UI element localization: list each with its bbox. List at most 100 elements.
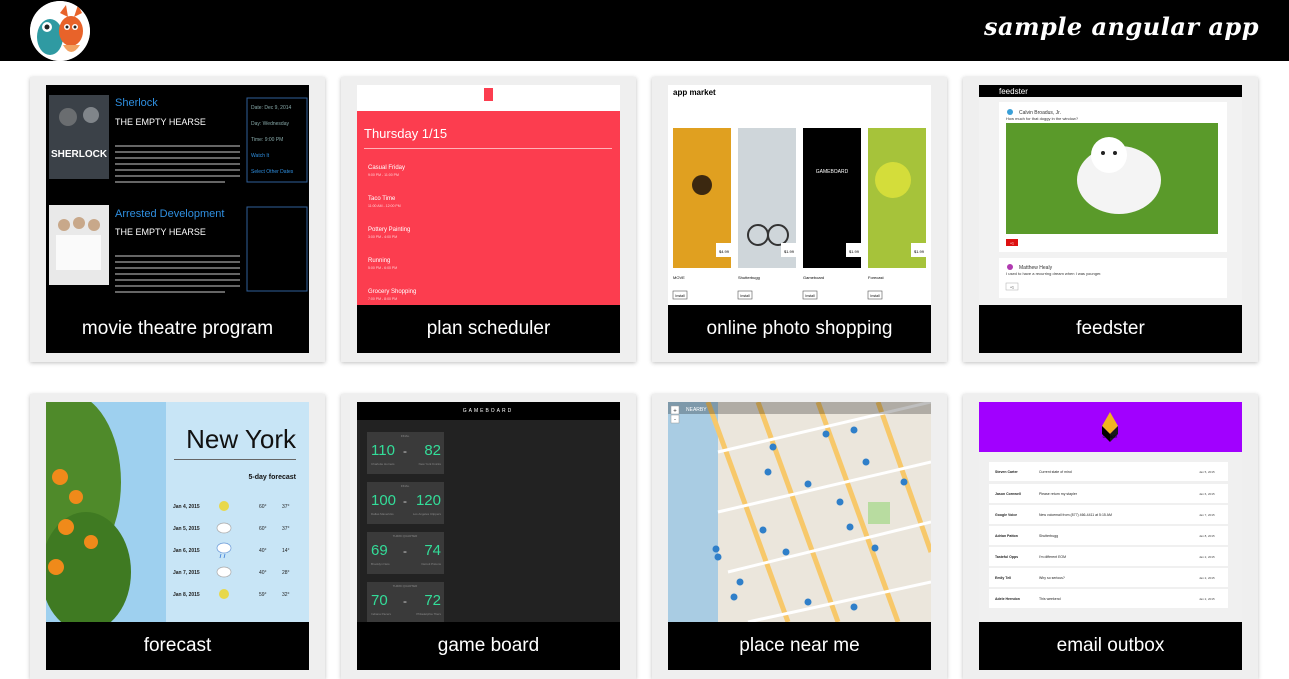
away-score: 120 [416,492,441,509]
post-text: How much for that doggy in the window? [1006,116,1079,121]
event-time: 9:00 PM - 11:00 PM [368,173,399,177]
plan-scheduler-preview: Thursday 1/15 Casual Friday 9:00 PM - 11… [357,85,620,305]
game-tile: THIRD QUARTER 69 - 74 Brooklyn Nets Detr… [367,532,444,574]
away-team: New York Knicks [419,462,442,466]
show-title-sherlock: Sherlock [115,97,158,109]
svg-text:-: - [674,417,676,423]
forecast-low: 37° [282,504,290,510]
rain-icon [216,542,232,554]
forecast-low: 32° [282,592,290,598]
email-subject: Why so serious? [1039,576,1065,580]
outbox-title: OUTBOX [1103,435,1118,439]
gameboard-poster-text: GAMEBOARD [816,169,849,175]
svg-text:-: - [403,544,407,558]
feedster-title: feedster [999,87,1028,96]
email-to: Steven Carter [995,470,1018,474]
email-to: Adele Herndon [995,597,1020,601]
map-title: NEARBY [686,407,707,413]
map-preview: NEARBY + - [668,402,931,622]
event-name: Taco Time [368,196,396,202]
forecast-date: Jan 8, 2015 [173,592,200,598]
forecast-low: 28° [282,570,290,576]
item-name: Gameboard [803,275,824,280]
card-caption[interactable]: plan scheduler [357,305,620,353]
event-time: 11:00 AM - 12:00 PM [368,204,401,208]
item-price: $4.99 [719,249,730,254]
app-card-forecast[interactable]: New York 5-day forecast Jan 4, 2015 60° … [30,394,325,679]
app-card-movie-theatre[interactable]: SHERLOCK Sherlock THE EMPTY HEARSE Date:… [30,77,325,362]
calendar-icon [484,88,493,101]
photo-shopping-preview: app market GAMEBOARD $4.99 $1.99 $1.99 $… [668,85,931,305]
email-date: Jan 2, 2015 [1199,555,1215,559]
gameboard-title: GAMEBOARD [463,408,514,414]
email-subject: Shutterbugg [1039,534,1058,538]
forecast-date: Jan 7, 2015 [173,570,200,576]
movie-theatre-preview: SHERLOCK Sherlock THE EMPTY HEARSE Date:… [46,85,309,305]
item-name: Shutterbugg [738,275,760,280]
forecast-date: Jan 6, 2015 [173,548,200,554]
card-caption[interactable]: forecast [46,622,309,670]
brand-title[interactable]: sample angular app [984,12,1259,41]
game-tile: FINAL 100 - 120 Dallas Mavericks Los Ang… [367,482,444,524]
card-caption[interactable]: place near me [668,622,931,670]
app-card-email-outbox[interactable]: OUTBOX Steven Carter Current state of mi… [963,394,1258,679]
away-score: 72 [424,592,441,609]
app-card-plan-scheduler[interactable]: Thursday 1/15 Casual Friday 9:00 PM - 11… [341,77,636,362]
event-name: Running [368,258,390,264]
game-status: THIRD QUARTER [393,584,418,588]
schedule-date: Date: Dec 9, 2014 [251,105,292,111]
forecast-low: 37° [282,526,290,532]
away-score: 82 [424,442,441,459]
email-outbox-preview: OUTBOX Steven Carter Current state of mi… [979,402,1242,622]
card-caption[interactable]: game board [357,622,620,670]
email-date: Jan 8, 2015 [1199,534,1215,538]
email-date: Jan 2, 2015 [1199,597,1215,601]
app-card-game-board[interactable]: GAMEBOARD FINAL 110 - 82 Charlotte Horne… [341,394,636,679]
home-team: Brooklyn Nets [371,562,390,566]
svg-text:+: + [673,409,677,415]
email-to: Tasteful Opps [995,555,1018,559]
item-name: MOVE [673,275,685,280]
install-button: Install [805,294,814,298]
avatar [1007,264,1013,270]
away-team: Los Angeles Clippers [413,512,442,516]
event-name: Grocery Shopping [368,289,416,295]
email-subject: This weekend [1039,597,1061,601]
email-subject: Please return my stapler [1039,492,1078,496]
card-caption[interactable]: email outbox [979,622,1242,670]
event-time: 5:00 PM - 6:00 PM [368,266,397,270]
card-caption[interactable]: movie theatre program [46,305,309,353]
away-team: Philadelphia 76ers [416,612,441,616]
fox-and-bird-logo-icon[interactable] [30,1,90,61]
game-tile: FINAL 110 - 82 Charlotte Hornets New Yor… [367,432,444,474]
like-button: +1 [1010,242,1014,246]
schedule-watch: Watch It [251,153,270,159]
sun-icon [219,501,229,511]
svg-text:-: - [403,444,407,458]
event-name: Pottery Painting [368,227,410,233]
app-card-feedster[interactable]: feedster Calvin Broadus, Jr. How much fo… [963,77,1258,362]
card-caption[interactable]: online photo shopping [668,305,931,353]
email-to: Google Voice [995,513,1017,517]
item-price: $1.99 [914,249,925,254]
email-subject: I'm different EOM [1039,555,1066,559]
away-score: 74 [424,542,441,559]
forecast-preview: New York 5-day forecast Jan 4, 2015 60° … [46,402,309,622]
event-time: 3:00 PM - 4:00 PM [368,235,397,239]
scheduler-date: Thursday 1/15 [364,126,447,141]
email-to: Jason Cornwell [995,492,1021,496]
sherlock-poster-text: SHERLOCK [51,149,108,160]
app-card-place-near-me[interactable]: NEARBY + - place near me [652,394,947,679]
home-team: Charlotte Hornets [371,462,395,466]
forecast-high: 60° [259,526,267,532]
home-team: Dallas Mavericks [371,512,394,516]
email-date: Jan 2, 2015 [1199,576,1215,580]
card-caption[interactable]: feedster [979,305,1242,353]
home-score: 110 [371,442,395,459]
svg-text:-: - [403,494,407,508]
top-navbar: sample angular app [0,0,1289,61]
email-subject: New voicemail from (877) 466-4411 at 5:1… [1039,513,1112,517]
forecast-high: 40° [259,570,267,576]
schedule-other-dates: Select Other Dates [251,169,294,175]
app-card-photo-shopping[interactable]: app market GAMEBOARD $4.99 $1.99 $1.99 $… [652,77,947,362]
